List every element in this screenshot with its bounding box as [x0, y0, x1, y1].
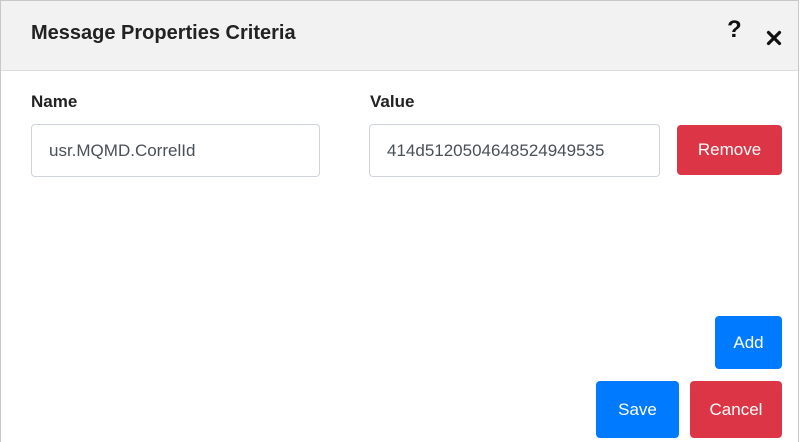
dialog-header: Message Properties Criteria ? — [1, 1, 798, 71]
dialog-title: Message Properties Criteria — [31, 22, 296, 44]
cancel-button[interactable]: Cancel — [690, 381, 782, 438]
name-column-label: Name — [31, 92, 78, 111]
save-button[interactable]: Save — [596, 381, 679, 438]
close-icon[interactable] — [766, 30, 782, 46]
property-name-input[interactable] — [31, 124, 320, 177]
message-properties-dialog: Message Properties Criteria ? Name Value… — [0, 0, 799, 442]
add-button[interactable]: Add — [715, 316, 782, 369]
help-icon[interactable]: ? — [727, 18, 742, 42]
value-column-label: Value — [370, 92, 415, 111]
property-value-input[interactable] — [369, 124, 660, 177]
remove-button[interactable]: Remove — [677, 125, 782, 175]
